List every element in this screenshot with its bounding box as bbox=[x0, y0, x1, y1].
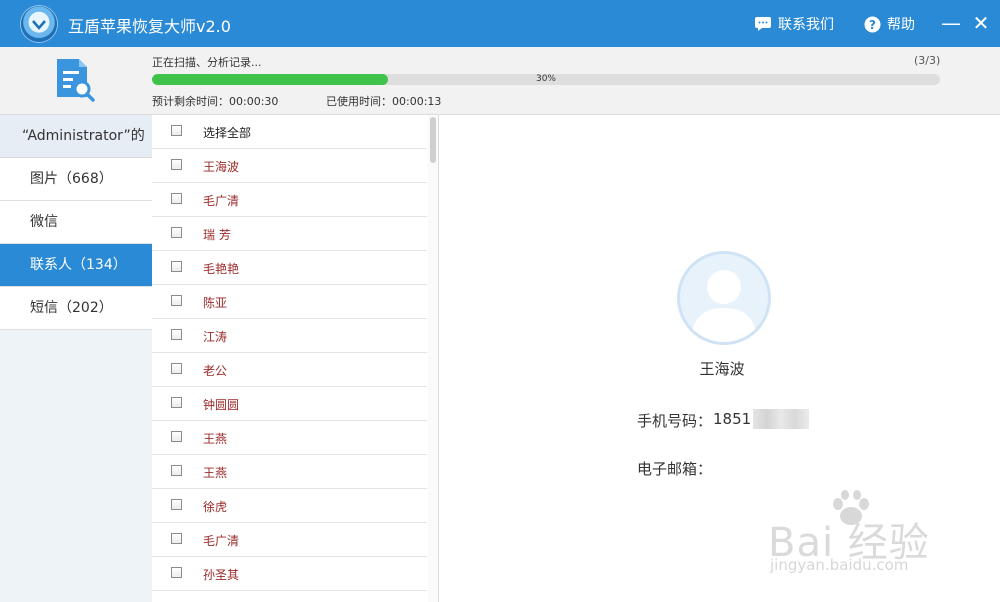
contact-name: 毛广清 bbox=[203, 194, 240, 208]
list-item[interactable]: 王海波 bbox=[152, 149, 427, 183]
svg-text:?: ? bbox=[869, 18, 876, 32]
elapsed-time: 已使用时间：00:00:13 bbox=[326, 95, 442, 108]
avatar bbox=[677, 251, 771, 345]
baidu-watermark: Bai 经验 jingyan.baidu.com bbox=[768, 490, 998, 598]
list-item[interactable]: 陈亚 bbox=[152, 285, 427, 319]
help-button[interactable]: ? 帮助 bbox=[863, 14, 915, 34]
minimize-button[interactable]: — bbox=[940, 10, 962, 36]
contact-checkbox[interactable] bbox=[171, 193, 182, 204]
contact-checkbox[interactable] bbox=[171, 397, 182, 408]
title-bar: 互盾苹果恢复大师v2.0 联系我们 ? 帮助 — ✕ bbox=[0, 0, 1000, 47]
close-button[interactable]: ✕ bbox=[970, 10, 992, 36]
sidebar-item-sms[interactable]: 短信（202） bbox=[0, 287, 152, 330]
help-label: 帮助 bbox=[887, 17, 915, 33]
list-item[interactable]: 王燕 bbox=[152, 421, 427, 455]
contact-list: 选择全部 王海波 毛广清 瑞 芳 毛艳艳 陈亚 江涛 老公 钟圆圆 王燕 王燕 … bbox=[152, 115, 439, 602]
contact-name: 毛广清 bbox=[203, 534, 240, 548]
contact-checkbox[interactable] bbox=[171, 499, 182, 510]
list-scrollbar[interactable] bbox=[428, 115, 438, 602]
select-all-label: 选择全部 bbox=[203, 126, 252, 140]
contact-name: 徐虎 bbox=[203, 500, 228, 514]
remaining-time: 预计剩余时间：00:00:30 bbox=[152, 95, 279, 108]
file-scan-icon bbox=[55, 57, 95, 103]
contact-checkbox[interactable] bbox=[171, 363, 182, 374]
watermark-domain: jingyan.baidu.com bbox=[770, 556, 909, 574]
help-icon: ? bbox=[863, 15, 881, 33]
contact-name: 江涛 bbox=[203, 330, 228, 344]
app-logo-icon bbox=[21, 6, 57, 42]
contact-name: 瑞 芳 bbox=[203, 228, 231, 242]
chat-icon bbox=[754, 15, 772, 33]
contact-us-button[interactable]: 联系我们 bbox=[754, 14, 834, 34]
list-item[interactable]: 王燕 bbox=[152, 455, 427, 489]
app-title: 互盾苹果恢复大师v2.0 bbox=[68, 17, 231, 36]
contact-name: 王海波 bbox=[203, 160, 240, 174]
list-item[interactable]: 老公 bbox=[152, 353, 427, 387]
phone-redaction bbox=[753, 409, 809, 429]
contact-name: 王燕 bbox=[203, 466, 228, 480]
progress-bar: 30% bbox=[152, 74, 940, 85]
list-item[interactable]: 徐虎 bbox=[152, 489, 427, 523]
contact-checkbox[interactable] bbox=[171, 465, 182, 476]
list-item[interactable]: 孙圣其 bbox=[152, 557, 427, 591]
contact-checkbox[interactable] bbox=[171, 431, 182, 442]
list-item[interactable]: 瑞 芳 bbox=[152, 217, 427, 251]
contact-checkbox[interactable] bbox=[171, 567, 182, 578]
scan-progress-panel: 正在扫描、分析记录... (3/3) 30% 预计剩余时间：00:00:30 已… bbox=[0, 47, 1000, 115]
scan-status-text: 正在扫描、分析记录... bbox=[152, 56, 262, 69]
contact-checkbox[interactable] bbox=[171, 227, 182, 238]
contact-checkbox[interactable] bbox=[171, 533, 182, 544]
contact-us-label: 联系我们 bbox=[778, 17, 834, 33]
sidebar-item-wechat[interactable]: 微信 bbox=[0, 201, 152, 244]
list-item[interactable]: 毛广清 bbox=[152, 183, 427, 217]
list-item[interactable]: 钟圆圆 bbox=[152, 387, 427, 421]
contact-checkbox[interactable] bbox=[171, 329, 182, 340]
list-item[interactable]: 毛广清 bbox=[152, 523, 427, 557]
list-item[interactable]: 江涛 bbox=[152, 319, 427, 353]
list-item[interactable]: 毛艳艳 bbox=[152, 251, 427, 285]
phone-value: 1851 bbox=[713, 410, 752, 428]
contact-name: 钟圆圆 bbox=[203, 398, 240, 412]
sidebar-item-contacts[interactable]: 联系人（134） bbox=[0, 244, 152, 287]
phone-label: 手机号码： bbox=[637, 412, 713, 430]
device-name[interactable]: “Administrator”的 bbox=[0, 115, 152, 158]
email-label: 电子邮箱： bbox=[637, 460, 713, 478]
category-sidebar: “Administrator”的 图片（668） 微信 联系人（134） 短信（… bbox=[0, 115, 153, 602]
select-all-row[interactable]: 选择全部 bbox=[152, 115, 427, 149]
scan-step-count: (3/3) bbox=[914, 54, 941, 67]
contact-name: 毛艳艳 bbox=[203, 262, 240, 276]
contact-detail-name: 王海波 bbox=[699, 360, 745, 378]
progress-percent: 30% bbox=[535, 74, 556, 84]
sidebar-item-photos[interactable]: 图片（668） bbox=[0, 158, 152, 201]
contact-name: 王燕 bbox=[203, 432, 228, 446]
contact-checkbox[interactable] bbox=[171, 159, 182, 170]
select-all-checkbox[interactable] bbox=[171, 125, 182, 136]
contact-name: 老公 bbox=[203, 364, 228, 378]
contact-name: 孙圣其 bbox=[203, 568, 240, 582]
contact-name: 陈亚 bbox=[203, 296, 228, 310]
contact-checkbox[interactable] bbox=[171, 261, 182, 272]
contact-checkbox[interactable] bbox=[171, 295, 182, 306]
scrollbar-thumb[interactable] bbox=[430, 117, 436, 163]
